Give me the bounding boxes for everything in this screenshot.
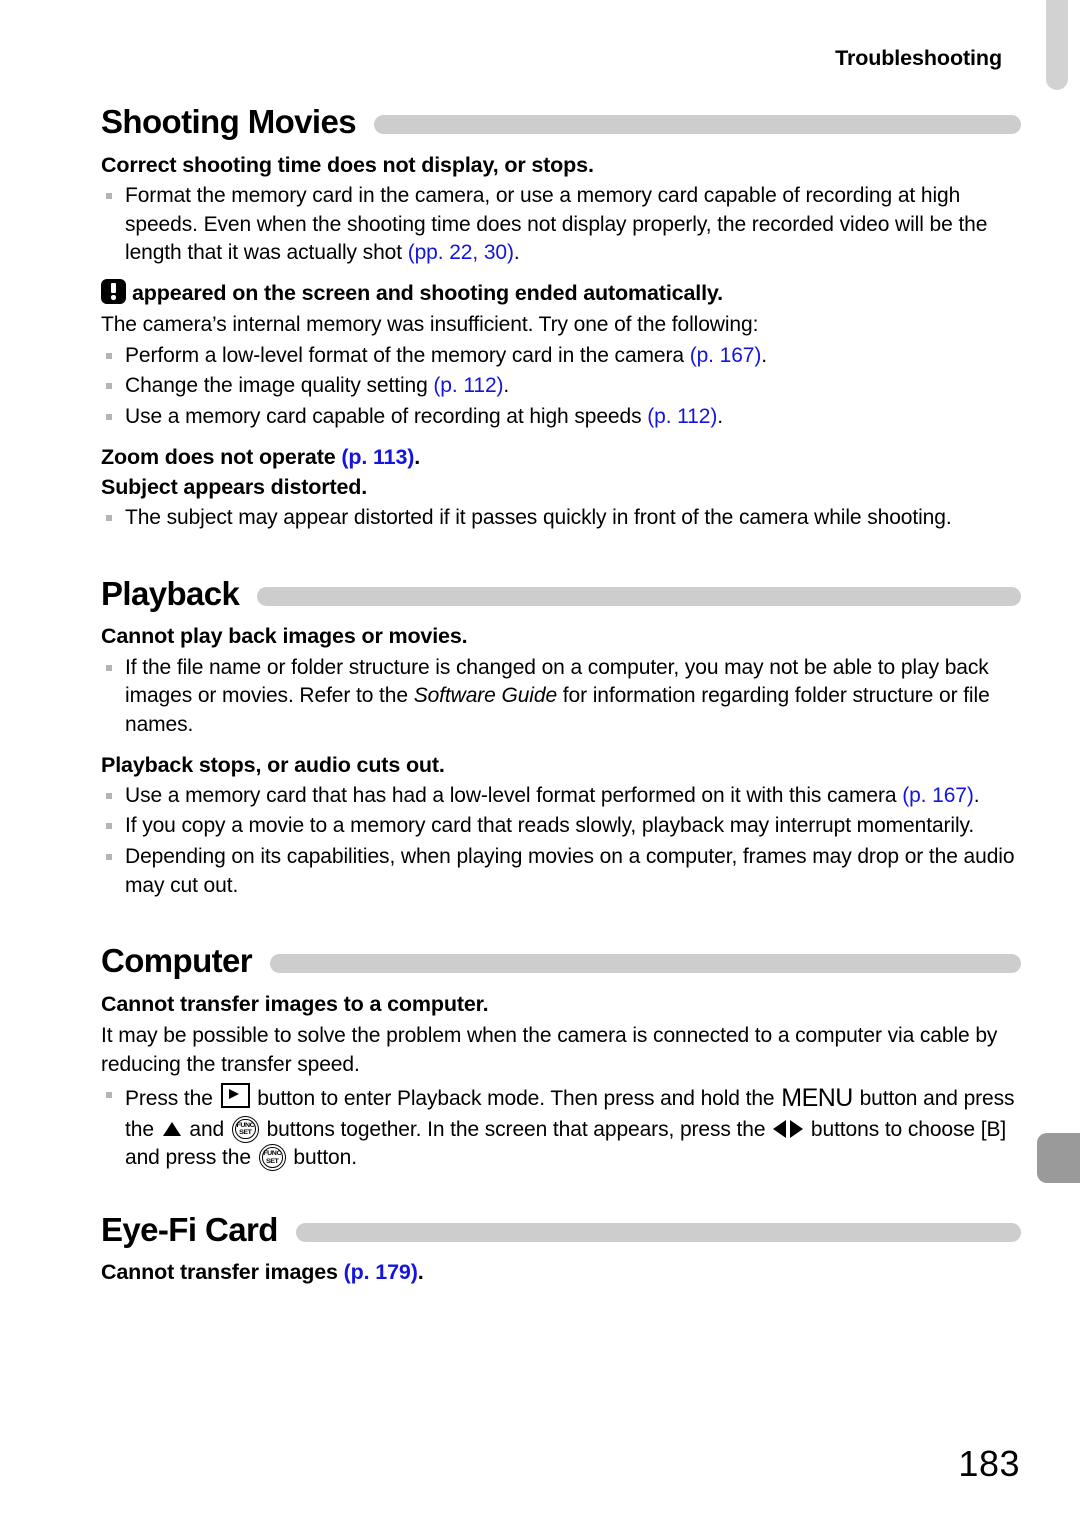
func-label: FUNC xyxy=(263,1150,282,1158)
bullet-text: Change the image quality setting xyxy=(125,374,434,398)
subheading-zoom-does-not-operate: Zoom does not operate (p. 113). xyxy=(101,443,1021,472)
subheading-subject-appears-distorted: Subject appears distorted. xyxy=(101,474,368,499)
func-label: FUNC xyxy=(236,1121,255,1129)
section-heading-eye-fi-card: Eye-Fi Card xyxy=(101,1210,1021,1248)
page-reference-link[interactable]: (p. 113) xyxy=(341,445,414,469)
section-heading-playback: Playback xyxy=(101,574,1021,612)
warning-icon xyxy=(101,278,126,304)
page-reference-link[interactable]: (p. 112) xyxy=(433,374,503,397)
menu-button-icon: MENU xyxy=(781,1084,853,1113)
bullet-text: buttons together. In the screen that app… xyxy=(260,1117,772,1141)
subheading-text: Cannot transfer images xyxy=(101,1260,344,1285)
page-content: Shooting Movies Correct shooting time do… xyxy=(101,103,1021,1288)
section-title: Eye-Fi Card xyxy=(101,1210,278,1248)
func-set-button-icon: FUNC SET xyxy=(258,1144,286,1172)
page-number: 183 xyxy=(958,1443,1020,1484)
bullet-text: Use a memory card capable of recording a… xyxy=(125,404,648,428)
bullet-text: button. xyxy=(287,1146,357,1170)
bullet-text: Depending on its capabilities, when play… xyxy=(125,845,1015,897)
page-reference-link[interactable]: (p. 112) xyxy=(647,405,717,428)
set-label: SET xyxy=(265,1158,279,1165)
subheading-playback-stops: Playback stops, or audio cuts out. xyxy=(101,752,445,777)
subheading-cannot-transfer-images-eyefi: Cannot transfer images (p. 179). xyxy=(101,1258,1021,1287)
list-item: Depending on its capabilities, when play… xyxy=(101,843,1021,900)
list-item: Use a memory card capable of recording a… xyxy=(101,403,1021,432)
bullet-text: If you copy a movie to a memory card tha… xyxy=(125,814,975,838)
section-rule-bar xyxy=(374,114,1021,134)
list-item: Change the image quality setting (p. 112… xyxy=(101,372,1021,401)
bullet-text-tail: . xyxy=(503,374,510,398)
bullet-text: Press the xyxy=(125,1087,219,1111)
subheading-text: appeared on the screen and shooting ende… xyxy=(132,280,723,305)
chapter-tab-top-marker xyxy=(1046,0,1068,90)
bullet-text-tail: . xyxy=(973,783,980,807)
list-item: Perform a low-level format of the memory… xyxy=(101,342,1021,371)
section-title: Shooting Movies xyxy=(101,103,357,140)
page-reference-link[interactable]: (p. 179) xyxy=(344,1260,418,1284)
list-item: If you copy a movie to a memory card tha… xyxy=(101,812,1021,841)
bullet-text: and xyxy=(183,1117,230,1141)
list-item: Use a memory card that has had a low-lev… xyxy=(101,782,1021,811)
section-title: Computer xyxy=(101,942,253,980)
software-guide-title: Software Guide xyxy=(413,684,558,708)
bullet-text-tail: . xyxy=(513,241,520,265)
bullet-text: Perform a low-level format of the memory… xyxy=(125,343,690,367)
section-rule-bar xyxy=(295,1222,1021,1242)
up-arrow-icon xyxy=(162,1121,181,1136)
list-item: The subject may appear distorted if it p… xyxy=(101,504,1021,533)
running-header: Troubleshooting xyxy=(835,46,1002,70)
section-title: Playback xyxy=(101,574,240,612)
section-heading-computer: Computer xyxy=(101,944,1021,979)
func-set-button-icon: FUNC SET xyxy=(231,1115,259,1143)
left-right-arrow-icon xyxy=(773,1119,804,1139)
bullet-text: The subject may appear distorted if it p… xyxy=(125,506,952,530)
subheading-text: Zoom does not operate xyxy=(101,444,342,469)
section-heading-shooting-movies: Shooting Movies xyxy=(101,103,1021,140)
subheading-cannot-play-back: Cannot play back images or movies. xyxy=(101,624,468,649)
chapter-tab-side-marker xyxy=(1037,1133,1080,1183)
page-reference-link[interactable]: (p. 167) xyxy=(902,784,974,807)
page-reference-link[interactable]: (p. 167) xyxy=(690,344,762,367)
subheading-warning-appeared: appeared on the screen and shooting ende… xyxy=(101,278,1021,308)
playback-button-icon xyxy=(220,1083,250,1109)
section-rule-bar xyxy=(270,954,1021,974)
bullet-text: Use a memory card that has had a low-lev… xyxy=(125,783,903,807)
subheading-text-tail: . xyxy=(417,1260,424,1285)
bullet-text-tail: . xyxy=(717,404,723,428)
manual-page: Troubleshooting Shooting Movies Correct … xyxy=(0,0,1080,1521)
set-label: SET xyxy=(239,1129,252,1137)
bullet-text: button to enter Playback mode. Then pres… xyxy=(251,1087,781,1111)
paragraph-internal-memory: The camera’s internal memory was insuffi… xyxy=(101,313,759,337)
paragraph-reduce-transfer-speed: It may be possible to solve the problem … xyxy=(101,1024,998,1076)
subheading-text-tail: . xyxy=(414,444,421,469)
section-rule-bar xyxy=(257,586,1021,606)
list-item: If the file name or folder structure is … xyxy=(101,654,1021,740)
page-reference-link[interactable]: (pp. 22, 30) xyxy=(408,241,514,264)
list-item-button-sequence: Press the button to enter Playback mode.… xyxy=(101,1081,1021,1172)
list-item: Format the memory card in the camera, or… xyxy=(101,182,1021,268)
bullet-text: Format the memory card in the camera, or… xyxy=(125,183,988,265)
subheading-cannot-transfer-images: Cannot transfer images to a computer. xyxy=(101,992,489,1017)
bullet-text-tail: . xyxy=(761,343,768,367)
subheading-correct-shooting-time: Correct shooting time does not display, … xyxy=(101,152,594,177)
